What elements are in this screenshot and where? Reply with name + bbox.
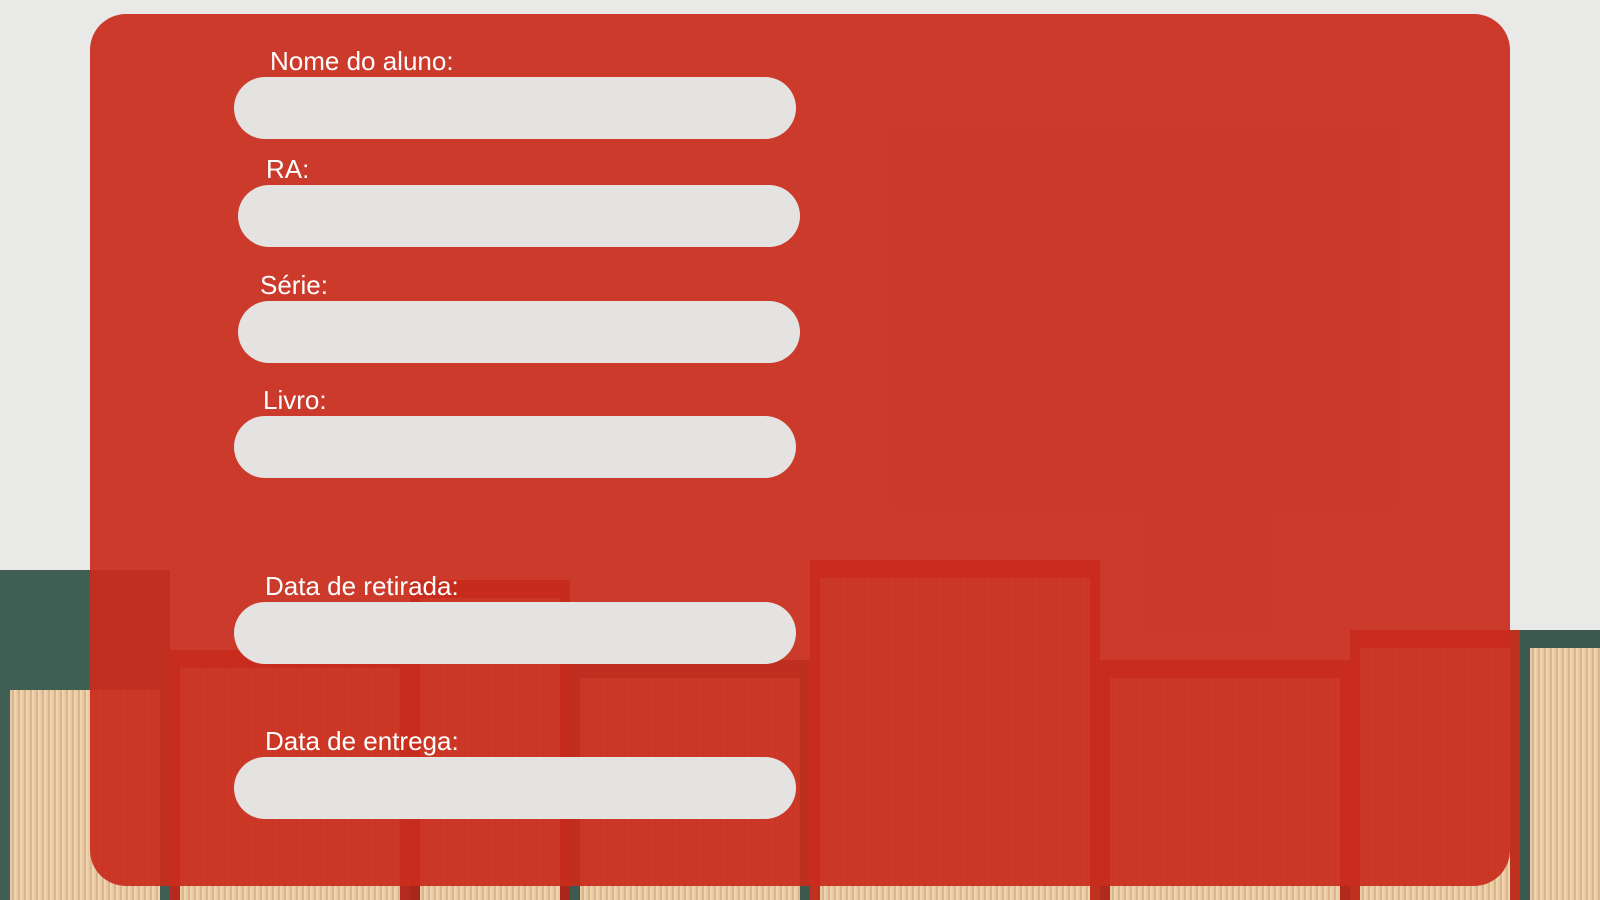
checkout-date-field[interactable] bbox=[234, 602, 796, 664]
ra-label: RA: bbox=[266, 154, 310, 184]
form-card: Nome do aluno: RA: Série: Livro: Data de… bbox=[90, 14, 1510, 886]
return-date-field[interactable] bbox=[234, 757, 796, 819]
student-name-field[interactable] bbox=[234, 77, 796, 139]
return-date-label: Data de entrega: bbox=[265, 726, 459, 756]
grade-label: Série: bbox=[260, 270, 328, 300]
grade-field[interactable] bbox=[238, 301, 800, 363]
book-field[interactable] bbox=[234, 416, 796, 478]
checkout-date-label: Data de retirada: bbox=[265, 571, 459, 601]
student-name-label: Nome do aluno: bbox=[270, 46, 454, 76]
page-canvas: Nome do aluno: RA: Série: Livro: Data de… bbox=[0, 0, 1600, 900]
ra-field[interactable] bbox=[238, 185, 800, 247]
book-spine bbox=[1520, 630, 1600, 900]
book-label: Livro: bbox=[263, 385, 327, 415]
